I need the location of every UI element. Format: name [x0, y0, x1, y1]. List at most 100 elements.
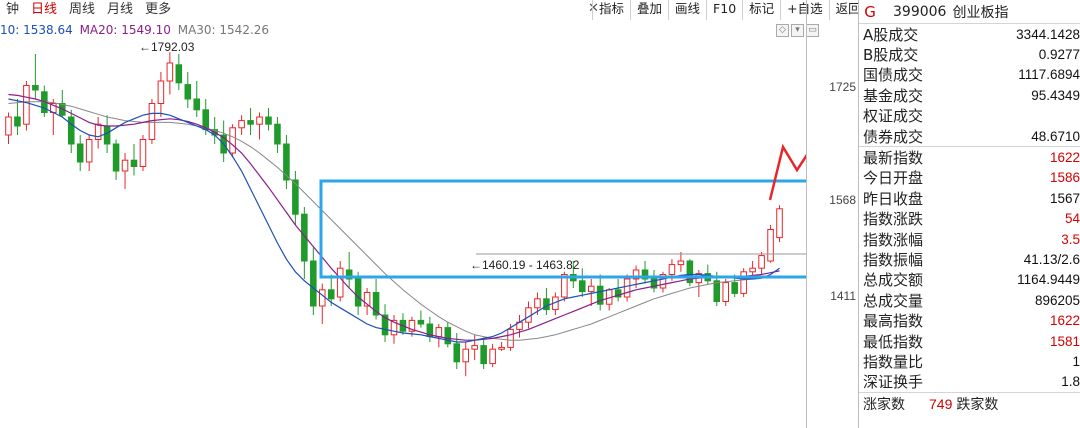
tab-weekly[interactable]: 周线 [63, 1, 101, 19]
info-row: 基金成交 95.4349 [859, 85, 1080, 105]
info-row-label: 最新指数 [863, 149, 924, 168]
tab-daily[interactable]: 日线 [25, 1, 63, 19]
info-row-label: 总成交量 [863, 291, 924, 310]
index-badge: G [864, 2, 876, 21]
info-row-value: 48.6710 [1031, 128, 1080, 144]
info-row-value: 1117.6894 [1018, 67, 1080, 83]
candle-body [578, 280, 586, 293]
candle-body [623, 278, 631, 298]
candle-body [767, 229, 774, 262]
info-row: B股成交 0.9277 [859, 44, 1080, 64]
candle-body [166, 62, 174, 82]
tab-monthly[interactable]: 月线 [101, 1, 139, 19]
period-tabs: 钟 日线 周线 月线 更多 [0, 0, 560, 20]
candle-body [749, 267, 756, 273]
ma-legend: 10: 1538.64 MA20: 1549.10 MA30: 1542.26 [0, 21, 272, 39]
info-row-value: 1 [1072, 353, 1080, 369]
mark-button[interactable]: 标记 [742, 0, 780, 20]
low-annotation: ←1460.19 - 1463.82 [470, 258, 580, 272]
candle-body [274, 123, 281, 145]
draw-line-button[interactable]: 画线 [668, 0, 706, 20]
axis-label-bottom: 1411 [830, 289, 856, 303]
ma20-value: MA20: 1549.10 [79, 23, 171, 37]
candle-body [265, 116, 272, 125]
candle-body [193, 98, 201, 111]
info-row: 指数量比 1 [859, 351, 1080, 371]
candle-body [139, 139, 147, 167]
index-name: 创业板指 [952, 4, 1009, 21]
candle-body [677, 260, 685, 266]
info-row-value: 1581 [1049, 333, 1080, 349]
info-row: 指数涨幅 3.5 [859, 229, 1080, 249]
candle-body [336, 267, 344, 298]
candle-body [444, 327, 452, 345]
axis-label-top: 1725 [829, 80, 856, 94]
candle-body [722, 282, 730, 303]
index-info-panel: G 399006 创业板指 A股成交 3344.1428 B股成交 0.9277 国债成… [858, 0, 1080, 428]
price-axis: 1725 1568 1411 [806, 0, 858, 428]
candle-body [453, 343, 461, 363]
index-code: 399006 [893, 3, 947, 20]
kline-chart[interactable]: ←1792.03 ←1460.19 - 1463.82 [0, 40, 806, 428]
candle-body [327, 289, 335, 300]
candle-body [14, 116, 21, 127]
info-row-value: 1567 [1049, 190, 1080, 206]
candle-body [130, 159, 138, 167]
info-row-value: 41.13/2.6 [1023, 251, 1080, 267]
candle-body [238, 120, 245, 129]
indicator-button[interactable]: 指标 [592, 0, 630, 20]
info-row: 最新指数 1622 [859, 147, 1080, 167]
info-row-label: 债券成交 [863, 127, 924, 146]
info-row-value: 95.4349 [1031, 87, 1080, 103]
info-row: 深证换手 1.8 [859, 372, 1080, 392]
info-row: 国债成交 1117.6894 [859, 65, 1080, 85]
info-row-value: 1622 [1049, 150, 1080, 166]
info-row-label: 指数量比 [863, 352, 924, 371]
info-row-label: 深证换手 [863, 373, 924, 392]
candle-body [112, 143, 120, 172]
ma20-line [8, 93, 780, 341]
candle-body [67, 116, 75, 145]
candle-body [310, 260, 317, 307]
turnover-rows: A股成交 3344.1428 B股成交 0.9277 国债成交 1117.6894 基金成交… [859, 24, 1080, 146]
axis-label-mid: 1568 [829, 193, 856, 207]
info-row-label: 最高指数 [863, 312, 924, 331]
info-row: 今日开盘 1586 [859, 168, 1080, 188]
f10-button[interactable]: F10 [706, 0, 742, 20]
info-row-label: 指数振幅 [863, 251, 924, 269]
candle-body [184, 84, 192, 100]
tab-more[interactable]: 更多 [139, 1, 177, 19]
tab-minute[interactable]: 钟 [0, 1, 25, 19]
market-breadth: 涨家数 749 跌家数 [859, 392, 1080, 414]
info-row-value: 1164.9449 [1017, 272, 1080, 288]
dropdown-icon[interactable]: ▾ [791, 24, 804, 37]
candle-body [462, 348, 470, 363]
info-row-label: 指数涨跌 [863, 210, 924, 229]
info-row-value: 896205 [1034, 292, 1080, 308]
up-count-value: 749 [929, 395, 953, 412]
candle-body [587, 285, 595, 293]
info-row-value: 54 [1064, 211, 1080, 227]
info-row-label: 昨日收盘 [863, 189, 924, 208]
candle-body [758, 255, 765, 269]
high-annotation: ←1792.03 [139, 40, 195, 54]
info-row: 债券成交 48.6710 [859, 126, 1080, 146]
overlay-button[interactable]: 叠加 [630, 0, 668, 20]
candle-body [256, 116, 263, 125]
candle-body [103, 125, 111, 145]
candle-body [543, 298, 550, 311]
settings-icon[interactable]: ◇ [776, 24, 789, 37]
ma30-line [8, 101, 780, 341]
up-count-label: 涨家数 [863, 396, 905, 413]
info-row-label: 今日开盘 [863, 169, 924, 188]
candle-body [498, 346, 505, 350]
info-row: 指数涨跌 54 [859, 209, 1080, 229]
info-row: A股成交 3344.1428 [859, 24, 1080, 44]
candle-body [175, 64, 183, 84]
candle-body [32, 85, 39, 91]
candle-body [318, 289, 326, 307]
candle-body [354, 278, 362, 307]
candle-body [435, 327, 443, 338]
info-row: 昨日收盘 1567 [859, 188, 1080, 208]
info-row: 最高指数 1622 [859, 310, 1080, 330]
